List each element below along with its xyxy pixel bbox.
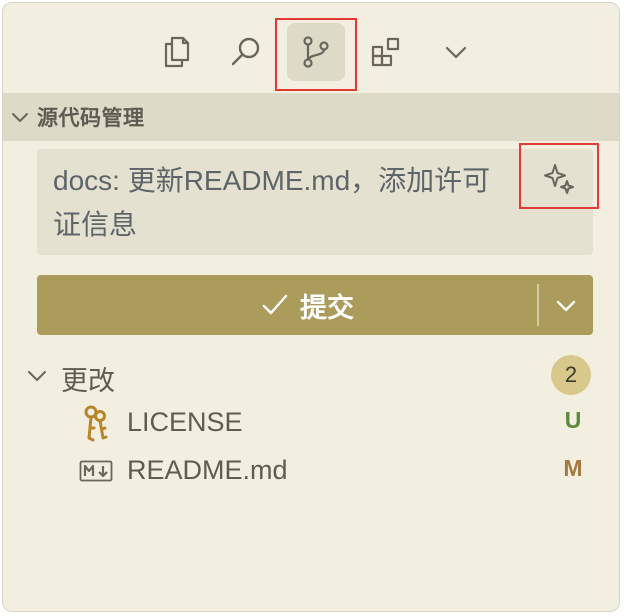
commit-message-text[interactable]: docs: 更新README.md，添加许可证信息 (53, 159, 493, 247)
file-name: README.md (127, 455, 288, 485)
commit-button[interactable]: 提交 (37, 275, 537, 335)
license-key-icon (79, 403, 113, 443)
changes-count-badge: 2 (551, 355, 591, 395)
check-icon (262, 294, 288, 315)
markdown-icon (79, 451, 113, 491)
source-control-icon (303, 36, 329, 68)
section-header[interactable]: 源代码管理 (3, 93, 619, 141)
search-button[interactable] (217, 23, 275, 81)
file-item-readme[interactable]: README.md M (3, 449, 619, 493)
activity-bar (3, 3, 619, 89)
chevron-down-icon (445, 46, 467, 59)
explorer-button[interactable] (147, 23, 205, 81)
file-name: LICENSE (127, 407, 243, 437)
collapse-chevron[interactable] (3, 93, 37, 141)
file-status-modified: M (563, 455, 583, 481)
commit-button-group: 提交 (37, 275, 593, 335)
commit-options-dropdown[interactable] (539, 275, 593, 335)
generate-commit-message-button[interactable] (541, 161, 577, 197)
changes-label: 更改 (61, 366, 115, 396)
search-icon (231, 37, 260, 66)
extensions-button[interactable] (357, 23, 415, 81)
more-views-button[interactable] (427, 23, 485, 81)
section-title: 源代码管理 (37, 107, 145, 130)
commit-message-input[interactable]: docs: 更新README.md，添加许可证信息 (37, 149, 593, 255)
changes-collapse-chevron[interactable] (23, 353, 51, 397)
chevron-down-icon (28, 371, 46, 381)
source-control-button[interactable] (287, 23, 345, 81)
chevron-down-icon (12, 113, 28, 122)
extensions-icon (371, 37, 400, 67)
file-item-license[interactable]: LICENSE U (3, 401, 619, 445)
commit-button-label: 提交 (300, 292, 354, 323)
file-status-untracked: U (564, 407, 582, 433)
files-icon (164, 36, 190, 68)
sparkle-icon (544, 164, 574, 194)
changes-group-header[interactable]: 更改 2 (3, 353, 619, 397)
chevron-down-icon (556, 300, 576, 312)
source-control-panel: 源代码管理 docs: 更新README.md，添加许可证信息 提交 更改 2 … (2, 2, 620, 612)
